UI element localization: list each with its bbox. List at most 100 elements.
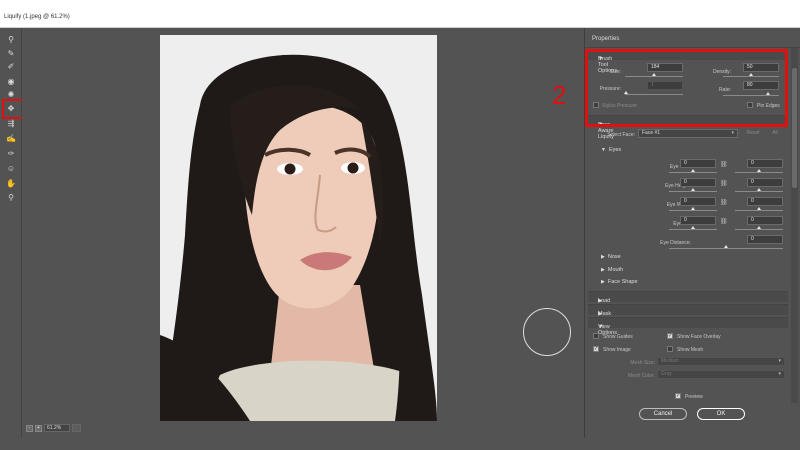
eye-width-left-thumb[interactable] — [691, 207, 695, 210]
eye-tilt-left-slider[interactable] — [669, 226, 717, 230]
show-mesh-checkbox[interactable] — [667, 346, 673, 352]
preview-checkbox[interactable]: ✓ — [675, 393, 681, 399]
eye-distance-thumb[interactable] — [724, 245, 728, 248]
portrait-image — [160, 35, 437, 421]
title-bar: Liquify (1.jpeg @ 61.2%) — [0, 0, 800, 28]
face-shape-subsection[interactable]: ▶ Face Shape — [601, 279, 638, 285]
mesh-color-dropdown[interactable]: Gray ▾ — [657, 370, 785, 379]
mesh-color-value: Gray — [661, 371, 672, 377]
eye-height-left-slider[interactable] — [669, 188, 717, 192]
eye-height-right-thumb[interactable] — [757, 188, 761, 191]
eye-distance-field[interactable]: 0 — [747, 235, 783, 244]
chevron-down-icon: ▾ — [778, 371, 781, 377]
collapsed-triangle-icon: ▶ — [601, 267, 605, 273]
bottom-strip — [0, 438, 800, 450]
eye-width-right-field[interactable]: 0 — [747, 197, 783, 206]
eye-size-left-slider[interactable] — [669, 169, 717, 173]
smooth-tool-icon[interactable]: ✐ — [4, 60, 18, 72]
eye-tilt-right-slider[interactable] — [735, 226, 783, 230]
mesh-size-dropdown[interactable]: Medium ▾ — [657, 357, 785, 366]
collapsed-triangle-icon: ▶ — [601, 279, 605, 285]
eye-size-left-thumb[interactable] — [691, 169, 695, 172]
annotation-highlight-2 — [585, 49, 788, 127]
tool-panel: ⚲ ✎ ✐ ◉ ✺ ✥ ⇶ ✍ ✑ ☺ ✋ ⚲ — [0, 28, 22, 438]
eye-width-left-field[interactable]: 0 — [680, 197, 716, 206]
window-title: Liquify (1.jpeg @ 61.2%) — [4, 14, 70, 20]
eye-size-left-field[interactable]: 0 — [680, 159, 716, 168]
ok-button[interactable]: OK — [697, 408, 745, 420]
cancel-button[interactable]: Cancel — [639, 408, 687, 420]
eye-size-right-field[interactable]: 0 — [747, 159, 783, 168]
eye-width-left-slider[interactable] — [669, 207, 717, 211]
freeze-mask-tool-icon[interactable]: ✍ — [4, 132, 18, 144]
canvas-area[interactable]: - + 61.2% — [22, 28, 583, 438]
eye-distance-slider[interactable] — [669, 245, 783, 249]
show-guides-label: Show Guides — [603, 334, 633, 340]
face-tool-icon[interactable]: ☺ — [4, 162, 18, 174]
mesh-size-label: Mesh Size: — [630, 360, 655, 366]
properties-title: Properties — [592, 36, 620, 42]
eye-width-right-slider[interactable] — [735, 207, 783, 211]
thaw-mask-tool-icon[interactable]: ✑ — [4, 147, 18, 159]
show-mesh-label: Show Mesh — [677, 347, 704, 353]
link-icon[interactable]: ⛓ — [720, 218, 728, 225]
mouth-subsection[interactable]: ▶ Mouth — [601, 267, 623, 273]
hand-tool-icon[interactable]: ✋ — [4, 177, 18, 189]
forward-warp-tool-icon[interactable]: ⚲ — [4, 33, 18, 45]
show-face-overlay-checkbox[interactable]: ✓ — [667, 333, 673, 339]
eye-height-right-slider[interactable] — [735, 188, 783, 192]
portrait-illustration — [160, 35, 437, 421]
nose-subsection[interactable]: ▶ Nose — [601, 254, 621, 260]
show-face-overlay-label: Show Face Overlay — [677, 334, 721, 340]
eye-height-right-field[interactable]: 0 — [747, 178, 783, 187]
chevron-down-icon: ▾ — [778, 358, 781, 364]
panel-scrollbar[interactable] — [791, 48, 798, 403]
expand-triangle-icon: ▼ — [601, 147, 606, 153]
zoom-out-button[interactable]: - — [26, 424, 33, 432]
brush-cursor — [523, 308, 571, 356]
mouth-label: Mouth — [607, 267, 624, 273]
eyes-subsection-header[interactable]: ▼ Eyes — [601, 147, 621, 153]
reset-button[interactable]: Reset — [741, 129, 765, 138]
eye-size-right-slider[interactable] — [735, 169, 783, 173]
select-face-label: Select Face: — [607, 132, 635, 138]
view-options-header[interactable]: ▼ View Options — [588, 317, 788, 336]
link-icon[interactable]: ⛓ — [720, 161, 728, 168]
reconstruct-tool-icon[interactable]: ✎ — [4, 47, 18, 59]
eye-height-left-thumb[interactable] — [691, 188, 695, 191]
eye-height-left-field[interactable]: 0 — [680, 178, 716, 187]
zoom-in-button[interactable]: + — [35, 424, 42, 432]
mesh-color-label: Mesh Color: — [628, 373, 655, 379]
mesh-size-value: Medium — [661, 358, 679, 364]
all-button[interactable]: All — [767, 129, 783, 138]
load-mesh-options-header[interactable]: ▶Load Mesh Options — [588, 291, 788, 316]
eye-tilt-left-field[interactable]: 0 — [680, 216, 716, 225]
select-face-dropdown[interactable]: Face #1 ▾ — [638, 129, 738, 138]
zoom-tool-icon[interactable]: ⚲ — [4, 191, 18, 203]
mask-options-header[interactable]: ▶Mask Options — [588, 304, 788, 323]
scrollbar-thumb[interactable] — [792, 68, 797, 188]
preview-label: Preview — [685, 394, 703, 400]
link-icon[interactable]: ⛓ — [720, 199, 728, 206]
eye-tilt-right-field[interactable]: 0 — [747, 216, 783, 225]
select-face-value: Face #1 — [642, 130, 661, 136]
eye-width-right-thumb[interactable] — [757, 207, 761, 210]
zoom-value-field[interactable]: 61.2% — [44, 424, 70, 432]
twirl-tool-icon[interactable]: ◉ — [4, 75, 18, 87]
show-guides-checkbox[interactable] — [593, 333, 599, 339]
face-shape-label: Face Shape — [607, 279, 638, 285]
show-image-checkbox[interactable]: ✓ — [593, 346, 599, 352]
eye-size-right-thumb[interactable] — [757, 169, 761, 172]
eye-distance-label: Eye Distance: — [660, 240, 691, 246]
nose-label: Nose — [607, 254, 621, 260]
eye-tilt-left-thumb[interactable] — [691, 226, 695, 229]
eye-tilt-right-thumb[interactable] — [757, 226, 761, 229]
liquify-dialog: Liquify (1.jpeg @ 61.2%) ⚲ ✎ ✐ ◉ ✺ ✥ ⇶ ✍… — [0, 0, 800, 450]
eyes-title: Eyes — [608, 147, 622, 153]
annotation-number-2: 2 — [552, 80, 567, 110]
zoom-controls: - + 61.2% — [26, 423, 81, 433]
zoom-dropdown-button[interactable] — [72, 424, 81, 432]
chevron-down-icon: ▾ — [731, 130, 734, 136]
show-image-label: Show Image — [603, 347, 631, 353]
link-icon[interactable]: ⛓ — [720, 180, 728, 187]
